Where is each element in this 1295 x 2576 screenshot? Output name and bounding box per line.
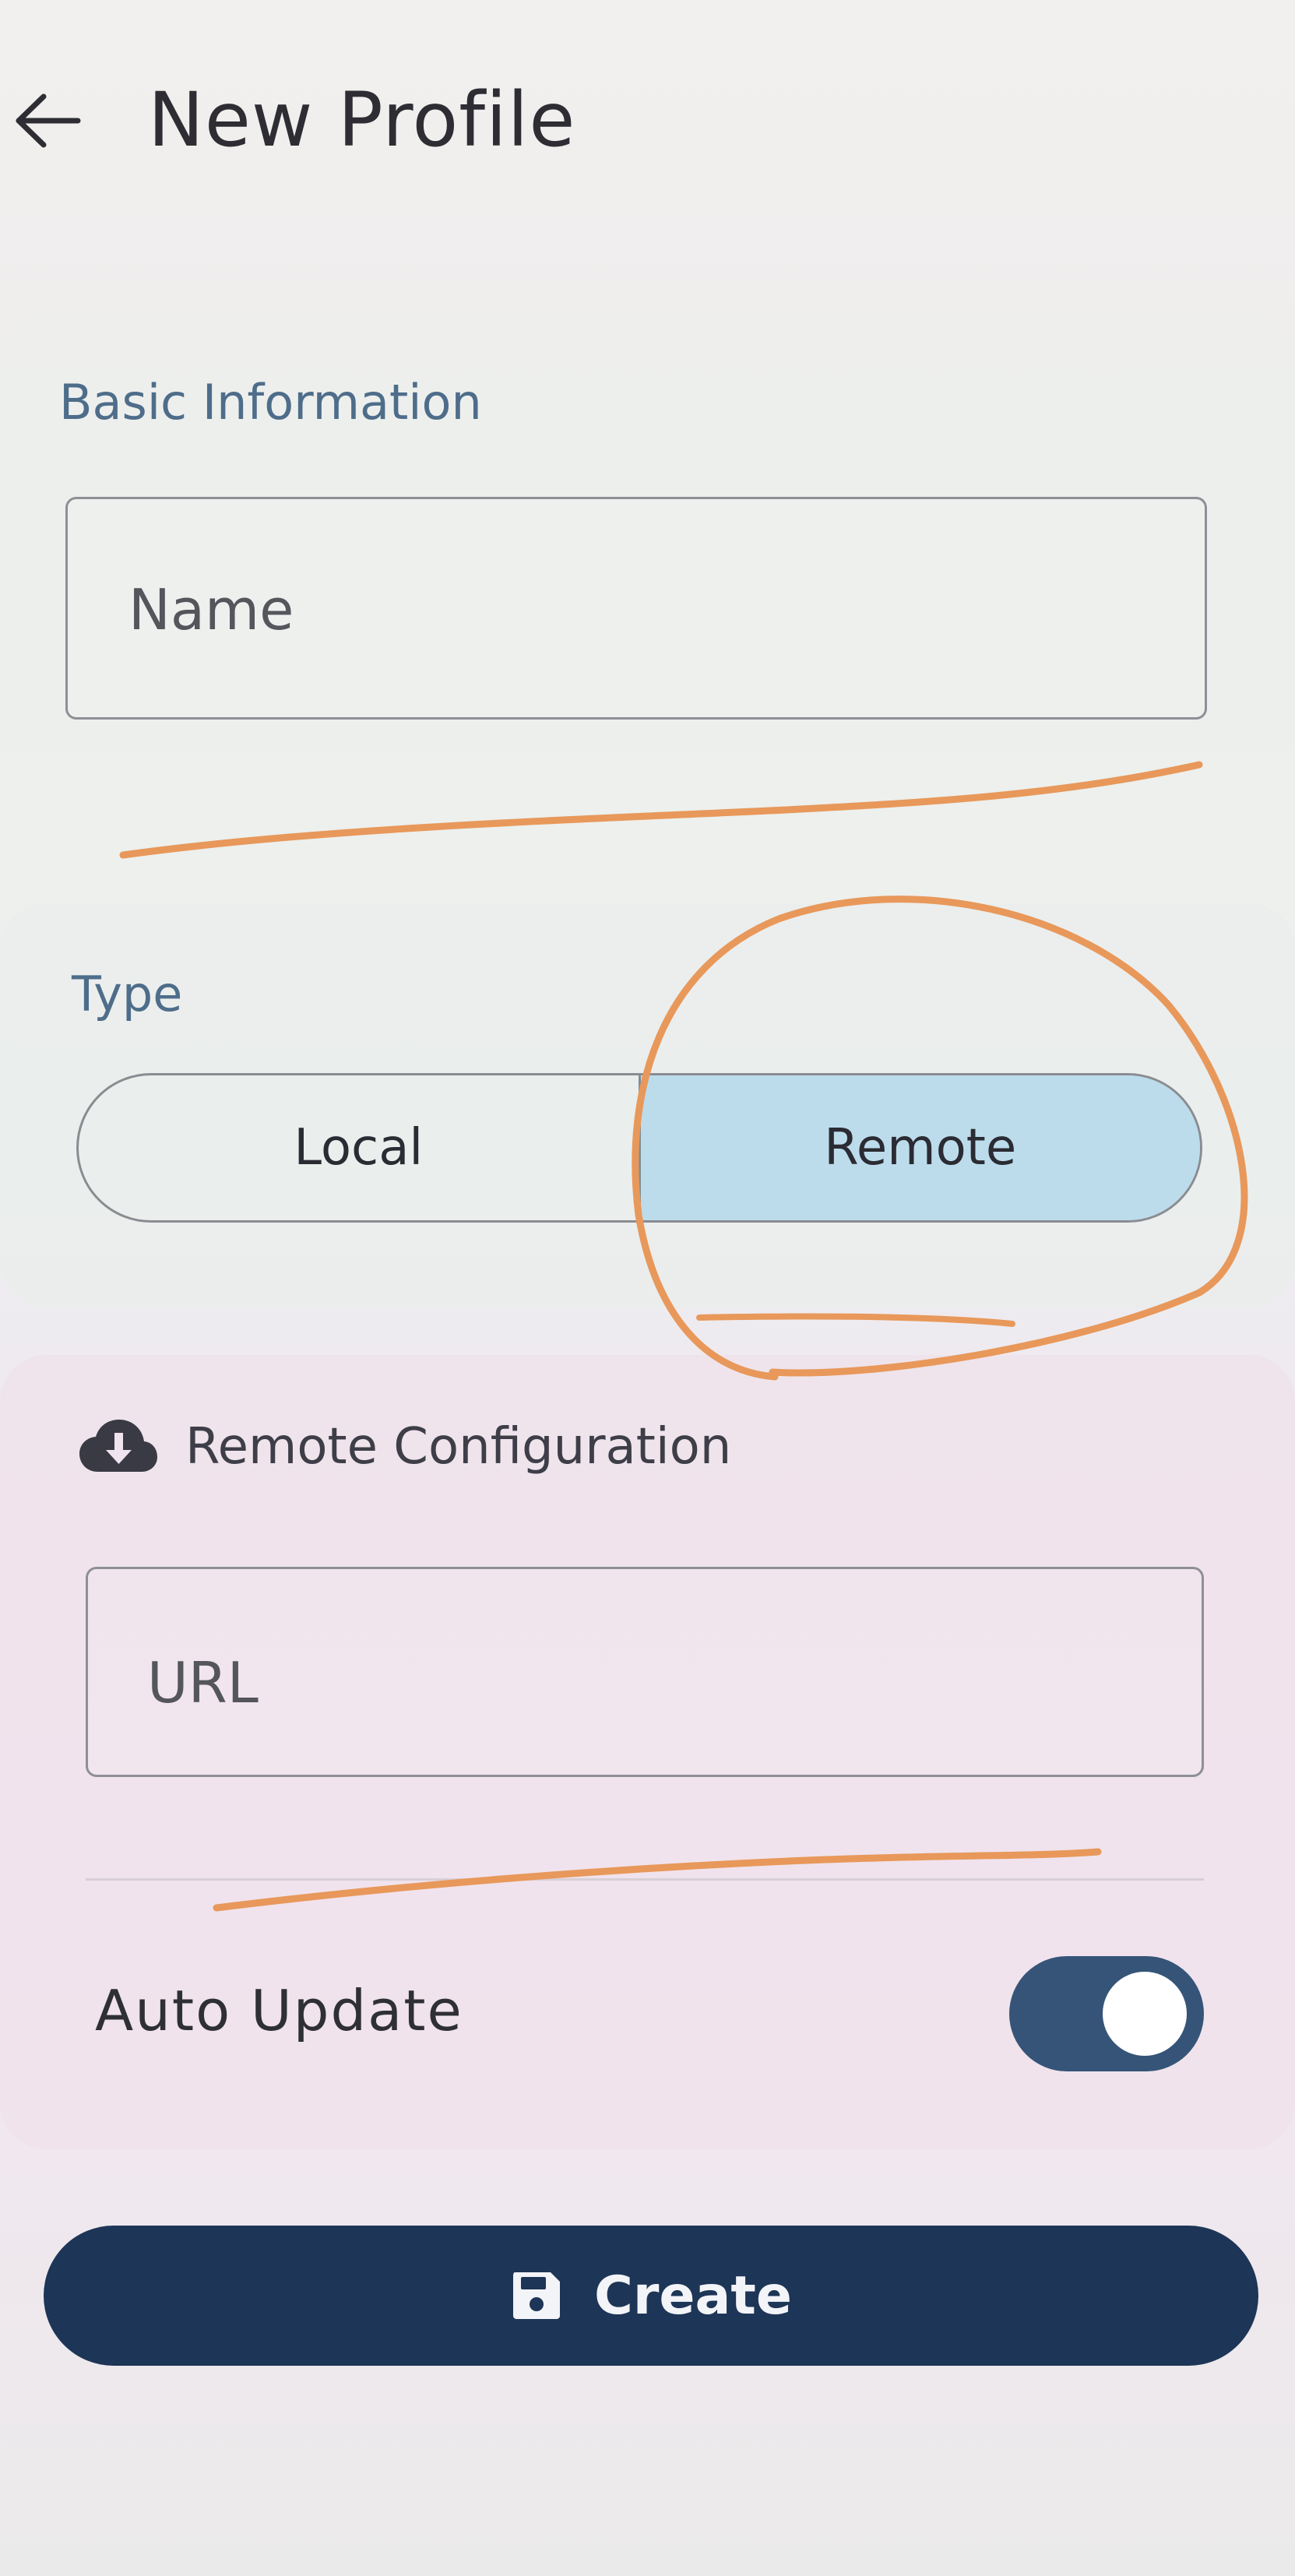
back-button[interactable] [5,78,90,164]
create-button[interactable]: Create [44,2226,1258,2366]
divider [86,1878,1204,1881]
toggle-knob [1103,1972,1187,2056]
create-label: Create [593,2265,793,2327]
page-title: New Profile [148,76,576,164]
type-segmented-control: Local Remote [76,1073,1202,1223]
type-label: Type [72,966,183,1022]
cloud-download-icon [79,1420,157,1472]
type-option-remote[interactable]: Remote [638,1075,1200,1220]
name-placeholder: Name [128,577,294,642]
basic-information-label: Basic Information [59,374,482,431]
name-field[interactable]: Name [65,497,1207,720]
auto-update-label: Auto Update [95,1978,463,2043]
auto-update-toggle[interactable] [1009,1956,1204,2071]
type-option-local[interactable]: Local [79,1075,639,1220]
remote-configuration-header: Remote Configuration [78,1408,731,1486]
remote-circle-tail-mark [696,1313,1015,1327]
top-app-bar: New Profile [0,47,1295,202]
remote-configuration-title: Remote Configuration [185,1418,732,1476]
save-icon [512,2272,560,2319]
url-field[interactable]: URL [86,1567,1204,1777]
arrow-left-icon [16,93,81,148]
url-placeholder: URL [147,1650,259,1716]
